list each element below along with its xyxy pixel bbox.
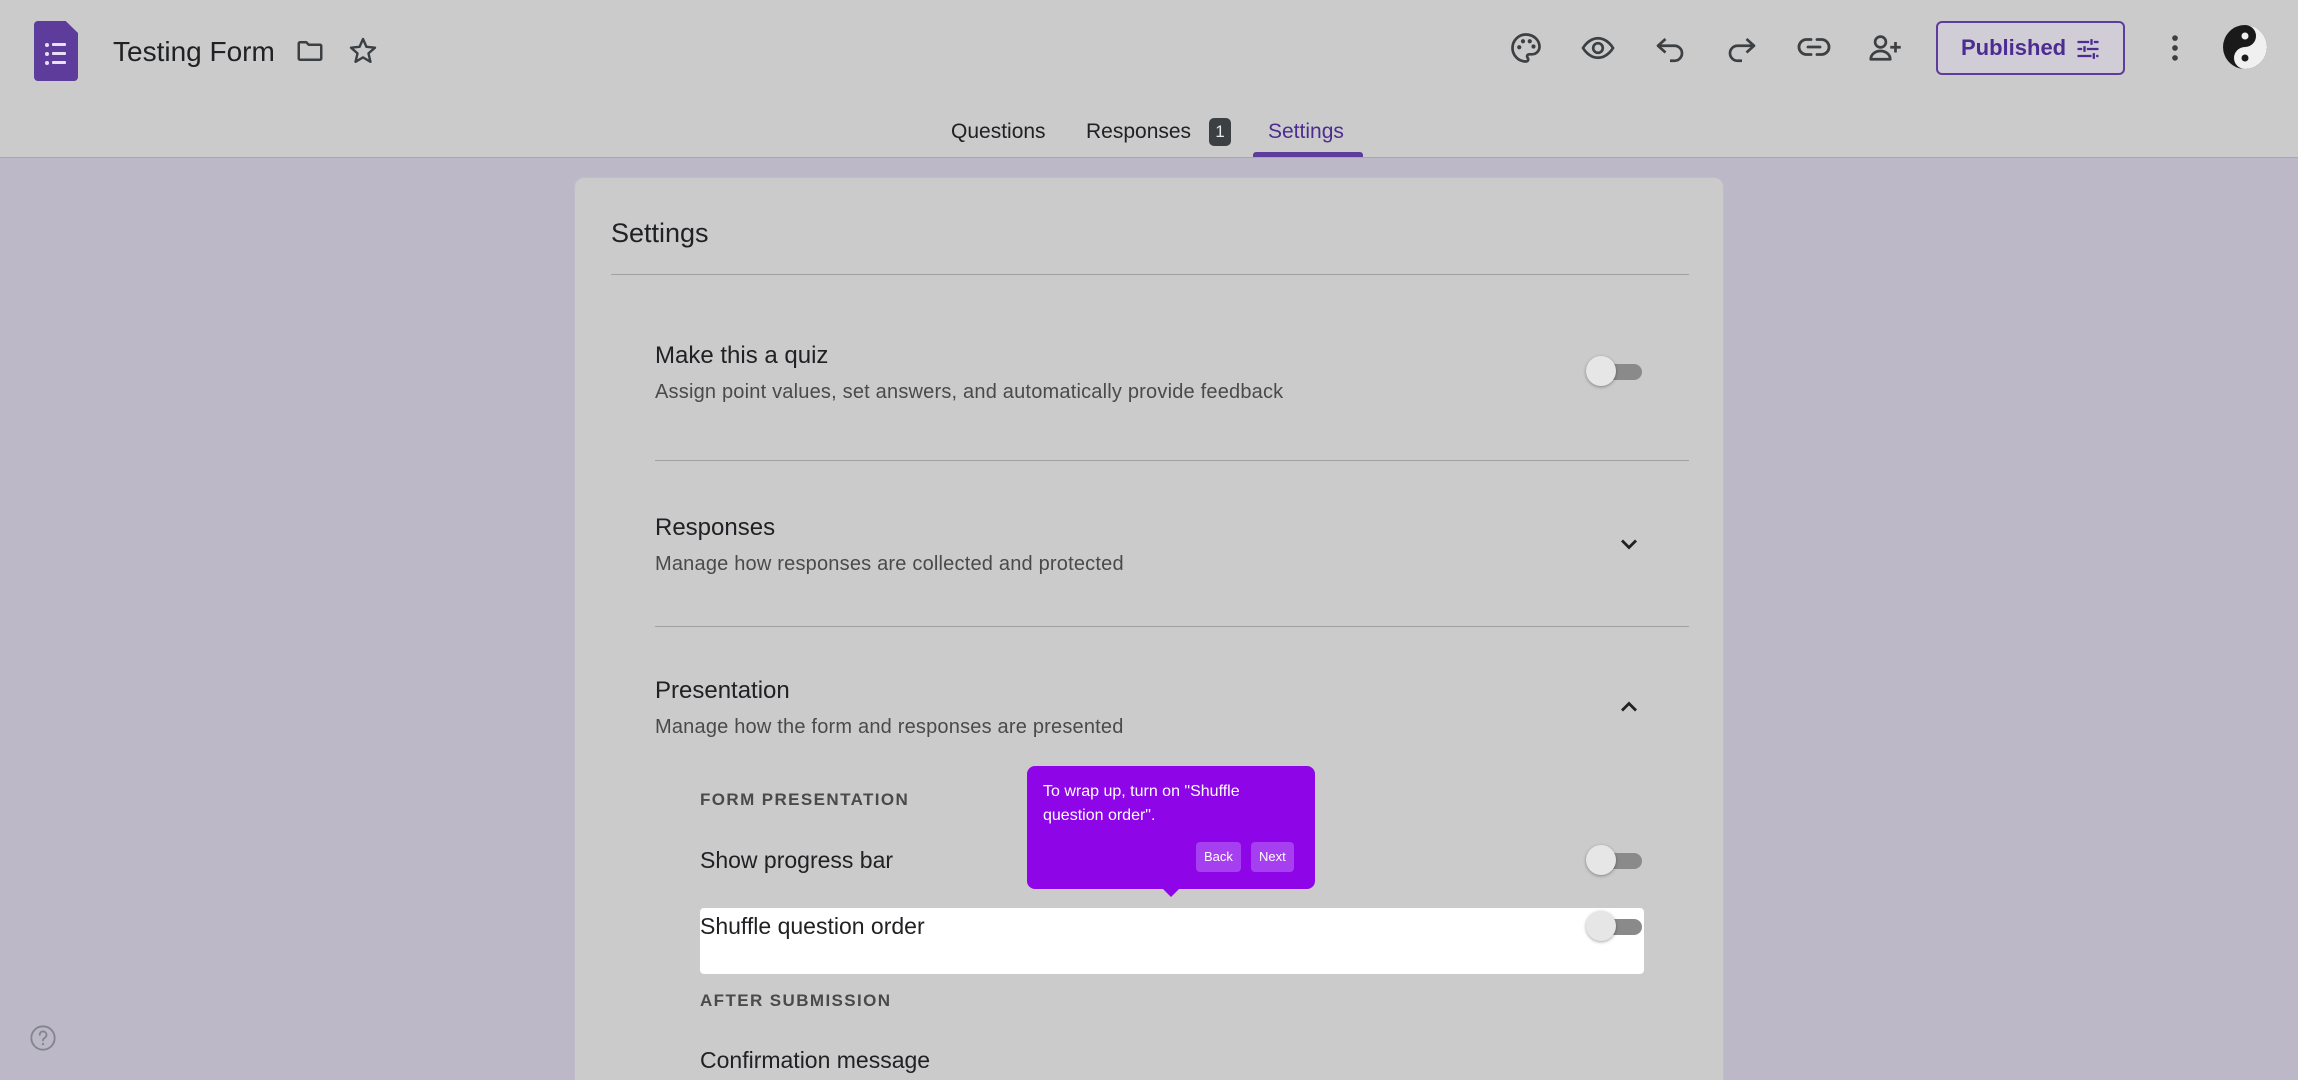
star-icon[interactable] <box>347 35 379 67</box>
chevron-up-icon[interactable] <box>1615 693 1643 726</box>
undo-icon[interactable] <box>1652 30 1688 66</box>
tab-bar: Questions Responses 1 Settings <box>0 110 2298 158</box>
confirmation-message-label: Confirmation message <box>700 1047 931 1073</box>
redo-icon[interactable] <box>1724 30 1760 66</box>
settings-card: Settings Make this a quiz Assign point v… <box>574 177 1724 1080</box>
shuffle-question-order-label: Shuffle question order <box>700 913 925 939</box>
divider <box>655 626 1689 627</box>
more-vert-icon[interactable] <box>2158 30 2192 66</box>
tab-responses[interactable]: Responses <box>1086 120 1191 144</box>
tooltip-next-button[interactable]: Next <box>1251 842 1294 872</box>
avatar[interactable] <box>2221 23 2269 71</box>
shuffle-question-order-toggle[interactable] <box>1586 911 1644 941</box>
quiz-title: Make this a quiz <box>655 342 829 369</box>
responses-section-title: Responses <box>655 514 776 541</box>
divider <box>655 460 1689 461</box>
tab-questions[interactable]: Questions <box>951 120 1046 144</box>
tab-settings[interactable]: Settings <box>1268 120 1344 144</box>
active-tab-indicator <box>1253 152 1363 157</box>
form-presentation-caption: FORM PRESENTATION <box>700 790 910 809</box>
quiz-subtitle: Assign point values, set answers, and au… <box>655 381 1284 403</box>
presentation-section-subtitle: Manage how the form and responses are pr… <box>655 716 1124 738</box>
chevron-down-icon[interactable] <box>1615 530 1643 563</box>
tooltip-arrow <box>1162 888 1180 897</box>
tune-icon <box>2073 35 2103 69</box>
palette-icon[interactable] <box>1508 30 1544 66</box>
link-icon[interactable] <box>1795 29 1833 65</box>
publish-label: Published <box>1961 35 2067 60</box>
publish-button[interactable]: Published <box>1936 21 2125 75</box>
forms-app-icon[interactable] <box>34 21 78 81</box>
responses-count-badge: 1 <box>1209 118 1231 146</box>
divider <box>611 274 1689 275</box>
eye-icon[interactable] <box>1579 30 1617 66</box>
add-person-icon[interactable] <box>1866 30 1904 66</box>
tooltip-back-button[interactable]: Back <box>1196 842 1241 872</box>
progress-bar-toggle[interactable] <box>1586 845 1644 875</box>
responses-section-subtitle: Manage how responses are collected and p… <box>655 553 1124 575</box>
settings-title: Settings <box>611 218 709 248</box>
folder-icon[interactable] <box>293 36 327 66</box>
after-submission-caption: AFTER SUBMISSION <box>700 991 892 1010</box>
tooltip-text: To wrap up, turn on "Shuffle question or… <box>1043 783 1240 824</box>
progress-bar-label: Show progress bar <box>700 847 894 873</box>
form-title[interactable]: Testing Form <box>113 36 275 68</box>
presentation-section-title: Presentation <box>655 677 790 704</box>
tutorial-tooltip: To wrap up, turn on "Shuffle question or… <box>1027 766 1315 889</box>
top-bar: Testing Form Published Questions Respons… <box>0 0 2298 158</box>
help-icon[interactable] <box>29 1024 57 1052</box>
quiz-toggle[interactable] <box>1586 356 1644 386</box>
